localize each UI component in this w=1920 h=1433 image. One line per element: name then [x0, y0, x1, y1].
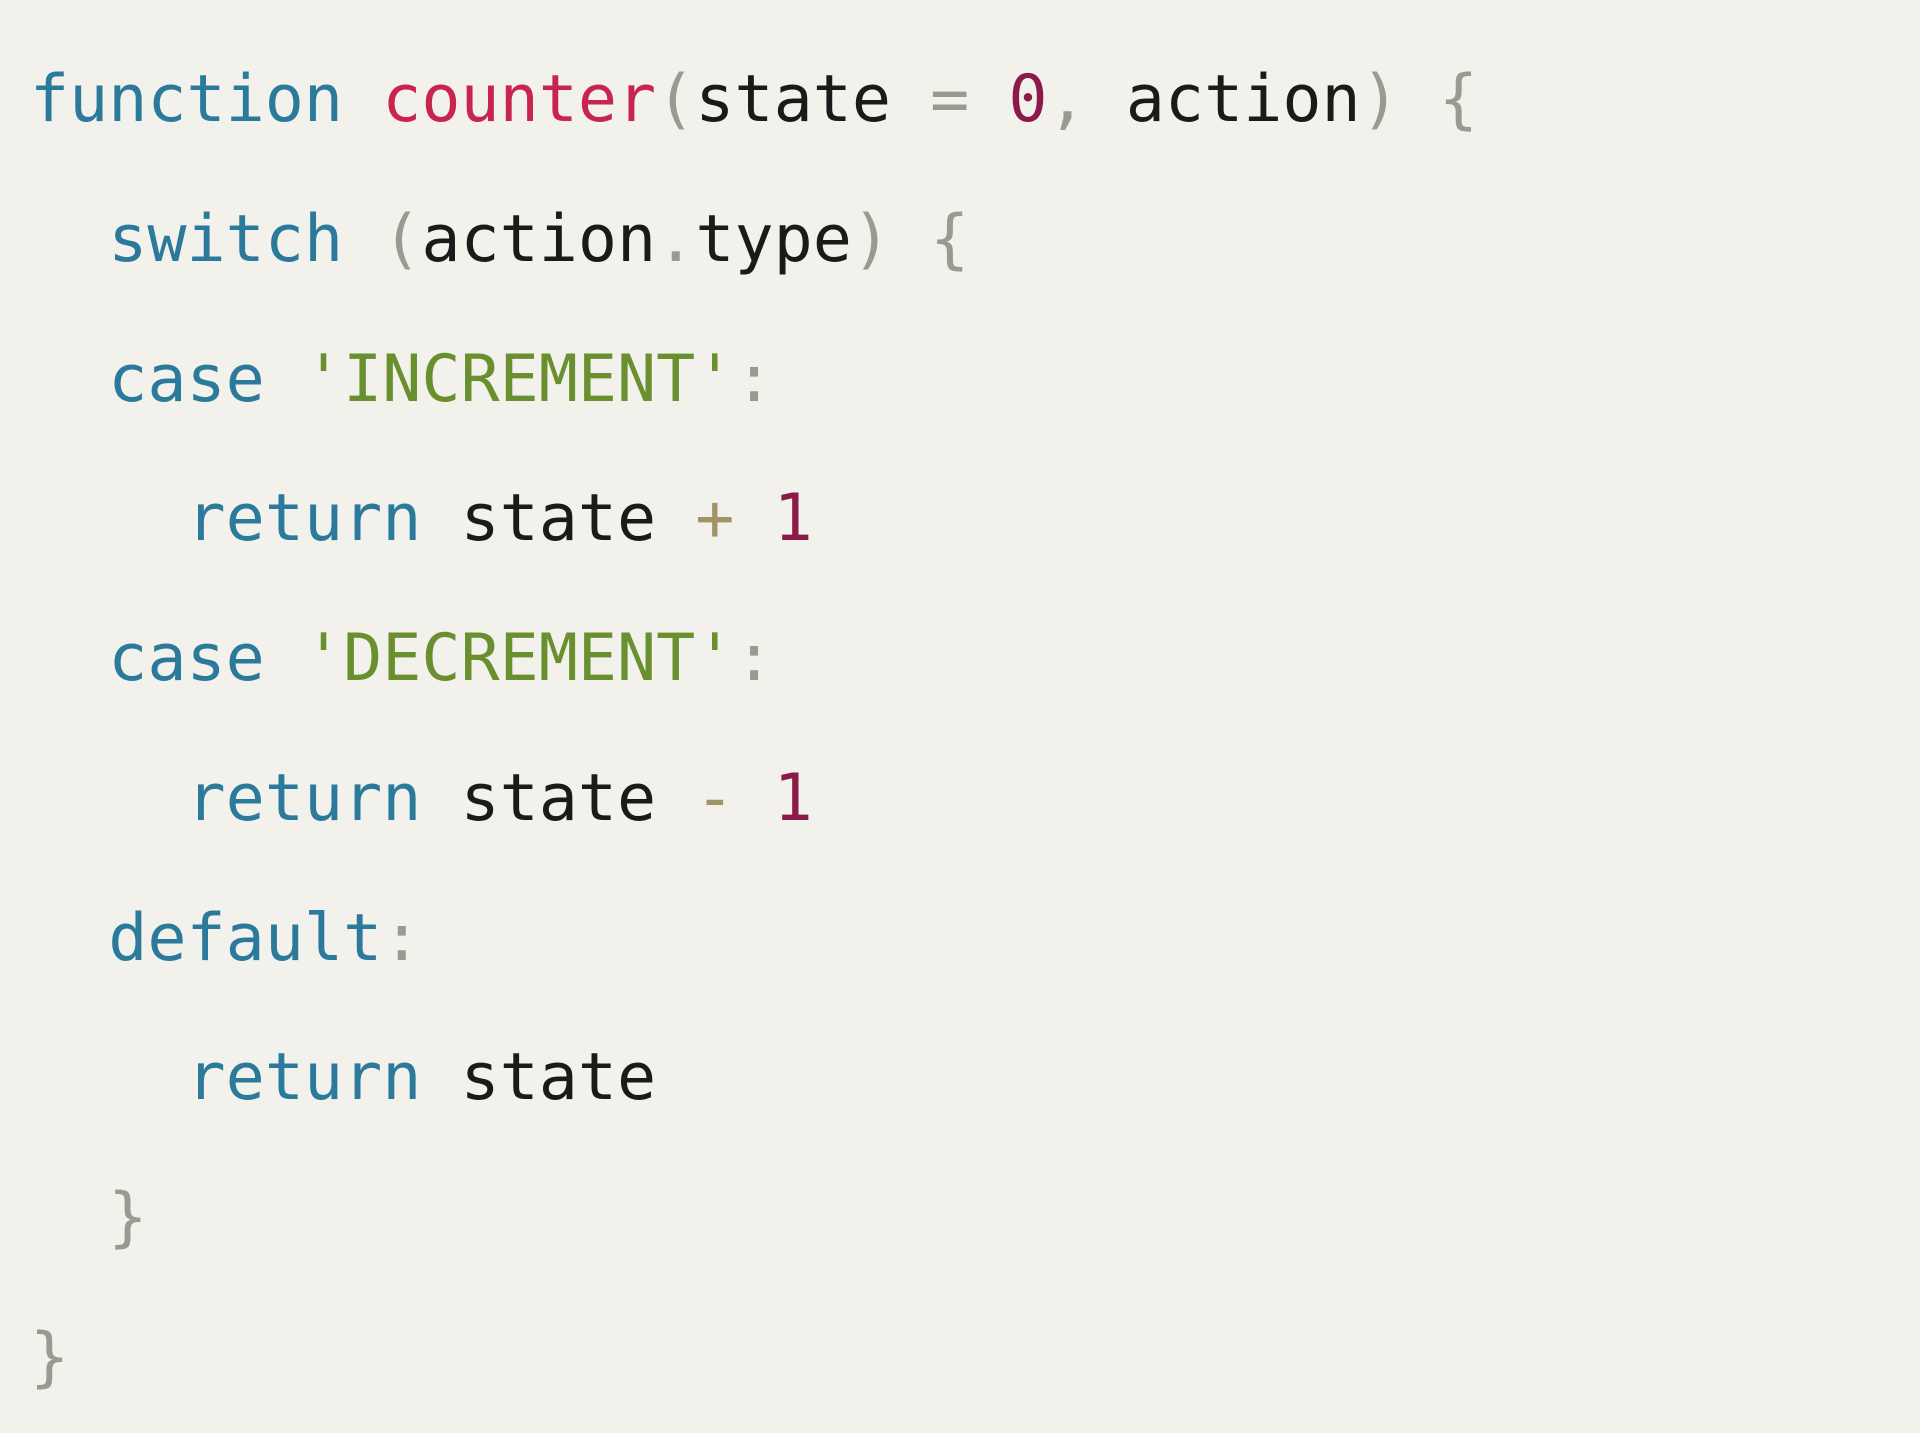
keyword-default: default: [108, 901, 382, 976]
code-line-8: return state: [30, 1040, 656, 1115]
param-action: action: [1126, 62, 1361, 137]
keyword-switch: switch: [108, 202, 343, 277]
code-line-9: }: [30, 1180, 147, 1255]
string-increment: 'INCREMENT': [304, 342, 734, 417]
indent: [30, 342, 108, 417]
id-state: state: [461, 1040, 657, 1115]
colon: :: [734, 621, 773, 696]
paren-close: ): [852, 202, 891, 277]
code-line-2: switch (action.type) {: [30, 202, 969, 277]
code-line-1: function counter(state = 0, action) {: [30, 62, 1478, 137]
keyword-function: function: [30, 62, 343, 137]
function-name: counter: [382, 62, 656, 137]
code-line-7: default:: [30, 901, 421, 976]
paren-open: (: [382, 202, 421, 277]
indent: [30, 761, 187, 836]
indent: [30, 202, 108, 277]
op-plus: +: [656, 481, 773, 556]
space: [421, 1040, 460, 1115]
indent: [30, 481, 187, 556]
string-decrement: 'DECREMENT': [304, 621, 734, 696]
literal-one: 1: [774, 481, 813, 556]
space: [343, 202, 382, 277]
dot: .: [656, 202, 695, 277]
comma: ,: [1048, 62, 1126, 137]
space: [421, 481, 460, 556]
param-state: state: [695, 62, 891, 137]
brace-close: }: [30, 1320, 69, 1395]
brace-open: {: [930, 202, 969, 277]
literal-zero: 0: [1008, 62, 1047, 137]
space: [265, 342, 304, 417]
keyword-return: return: [187, 761, 422, 836]
keyword-case: case: [108, 342, 265, 417]
indent: [30, 901, 108, 976]
paren-open: (: [656, 62, 695, 137]
colon: :: [734, 342, 773, 417]
space: [1400, 62, 1439, 137]
code-line-3: case 'INCREMENT':: [30, 342, 774, 417]
space: [891, 202, 930, 277]
id-type: type: [695, 202, 852, 277]
op-assign: =: [891, 62, 1008, 137]
keyword-return: return: [187, 481, 422, 556]
literal-one: 1: [774, 761, 813, 836]
code-line-10: }: [30, 1320, 69, 1395]
indent: [30, 1180, 108, 1255]
indent: [30, 621, 108, 696]
op-minus: -: [656, 761, 773, 836]
code-block: function counter(state = 0, action) { sw…: [0, 0, 1920, 1433]
brace-close: }: [108, 1180, 147, 1255]
keyword-return: return: [187, 1040, 422, 1115]
code-line-4: return state + 1: [30, 481, 813, 556]
colon: :: [382, 901, 421, 976]
code-line-5: case 'DECREMENT':: [30, 621, 774, 696]
id-state: state: [461, 481, 657, 556]
keyword-case: case: [108, 621, 265, 696]
paren-close: ): [1361, 62, 1400, 137]
brace-open: {: [1439, 62, 1478, 137]
id-state: state: [461, 761, 657, 836]
code-line-6: return state - 1: [30, 761, 813, 836]
indent: [30, 1040, 187, 1115]
space: [421, 761, 460, 836]
id-action: action: [421, 202, 656, 277]
space: [265, 621, 304, 696]
